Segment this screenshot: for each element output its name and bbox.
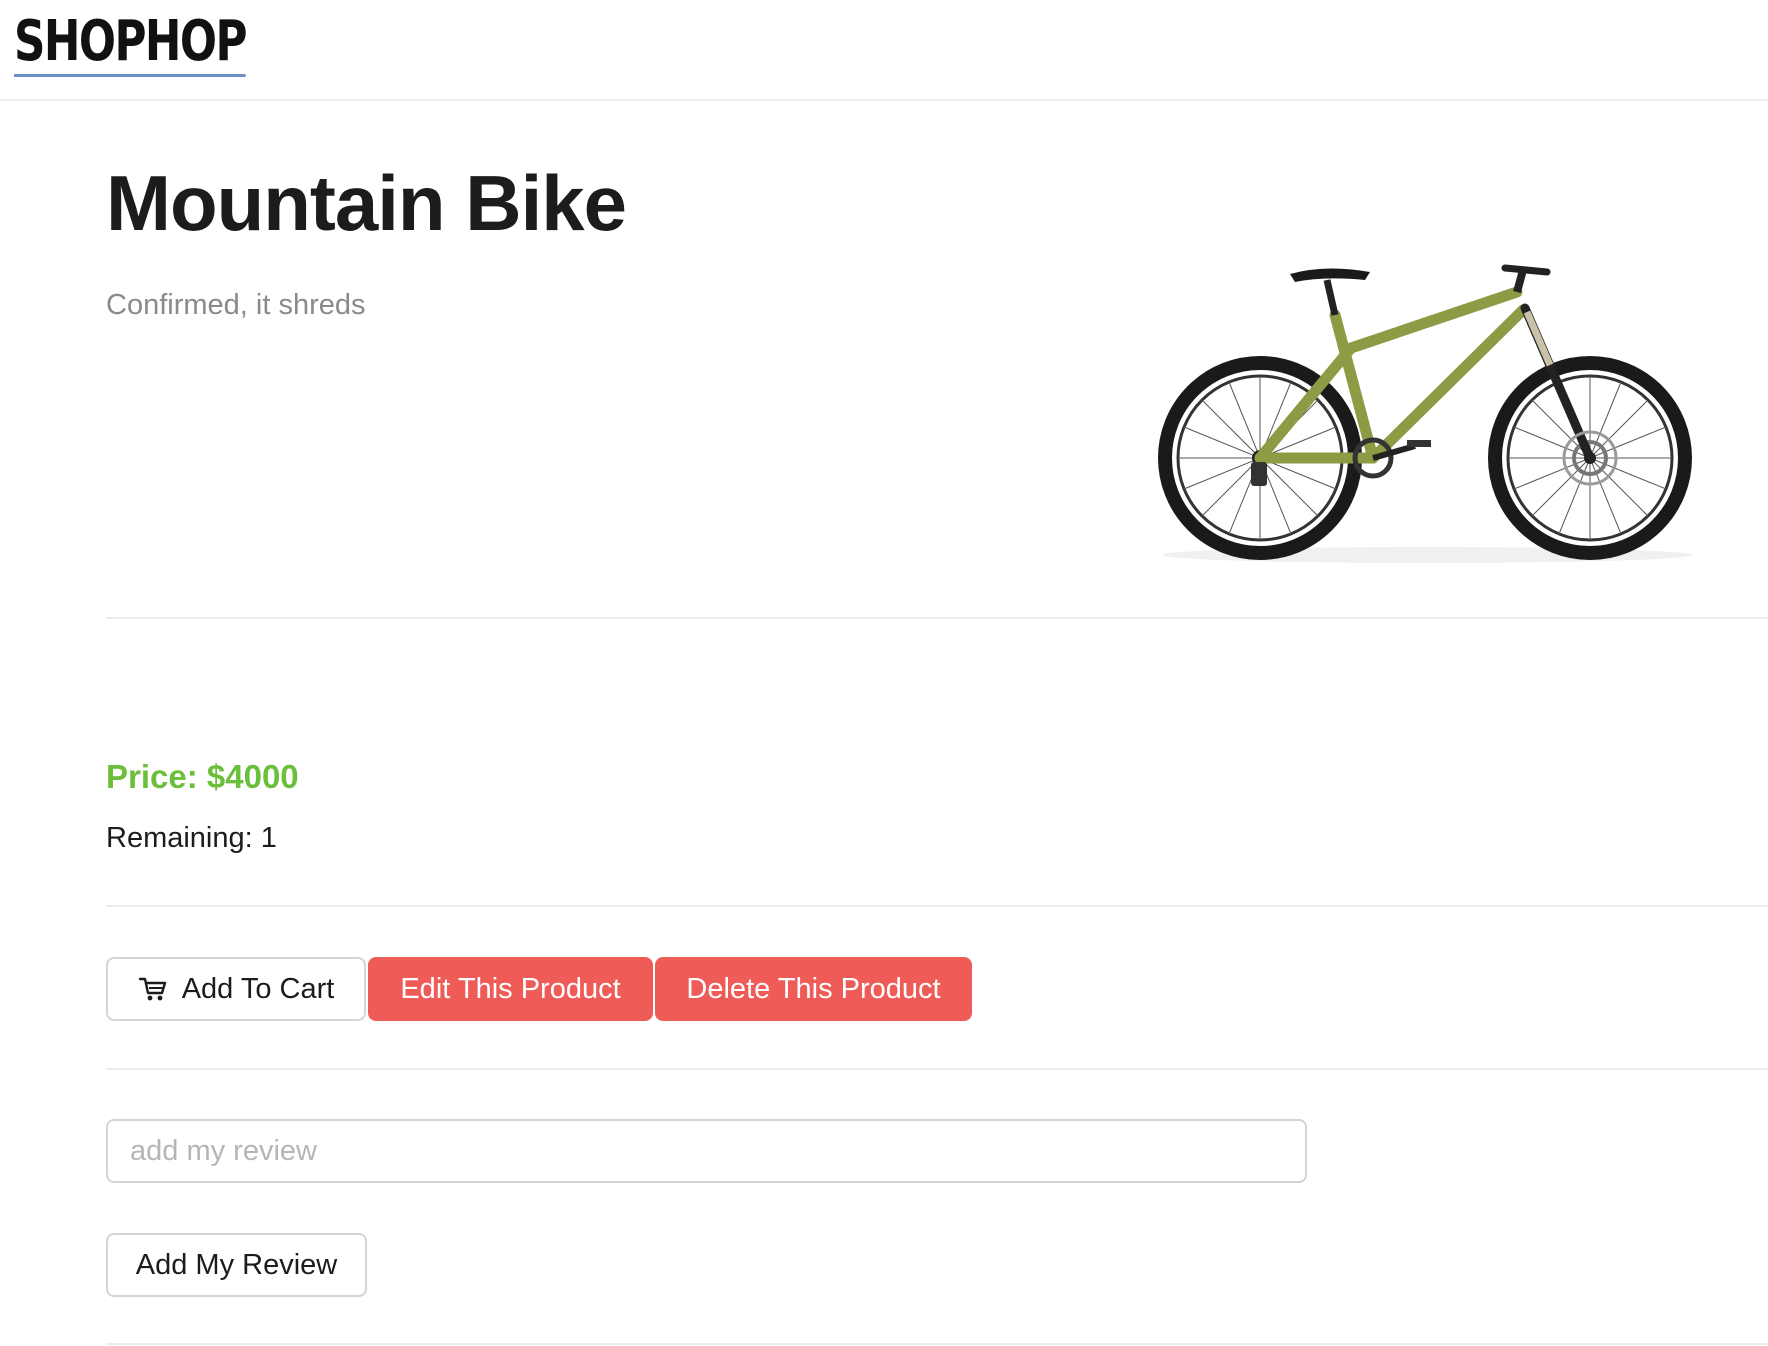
section-divider bbox=[106, 905, 1768, 907]
review-input[interactable] bbox=[106, 1119, 1307, 1183]
add-to-cart-label: Add To Cart bbox=[181, 973, 335, 1005]
shophop-logo[interactable]: SHOPHOP bbox=[14, 12, 248, 77]
product-price: Price: $4000 bbox=[106, 758, 299, 795]
section-divider bbox=[106, 617, 1768, 619]
add-to-cart-button[interactable]: Add To Cart bbox=[106, 957, 366, 1021]
edit-product-button[interactable]: Edit This Product bbox=[368, 957, 653, 1021]
product-title: Mountain Bike bbox=[106, 159, 627, 247]
section-divider bbox=[106, 1343, 1768, 1345]
product-description: Confirmed, it shreds bbox=[106, 289, 366, 321]
section-divider bbox=[106, 1068, 1768, 1070]
cart-icon bbox=[138, 977, 166, 1001]
add-review-button[interactable]: Add My Review bbox=[106, 1233, 367, 1297]
site-header: SHOPHOP bbox=[0, 0, 1768, 101]
delete-product-button[interactable]: Delete This Product bbox=[655, 957, 972, 1021]
product-remaining-stock: Remaining: 1 bbox=[106, 822, 277, 854]
bicycle-image bbox=[1158, 264, 1692, 563]
